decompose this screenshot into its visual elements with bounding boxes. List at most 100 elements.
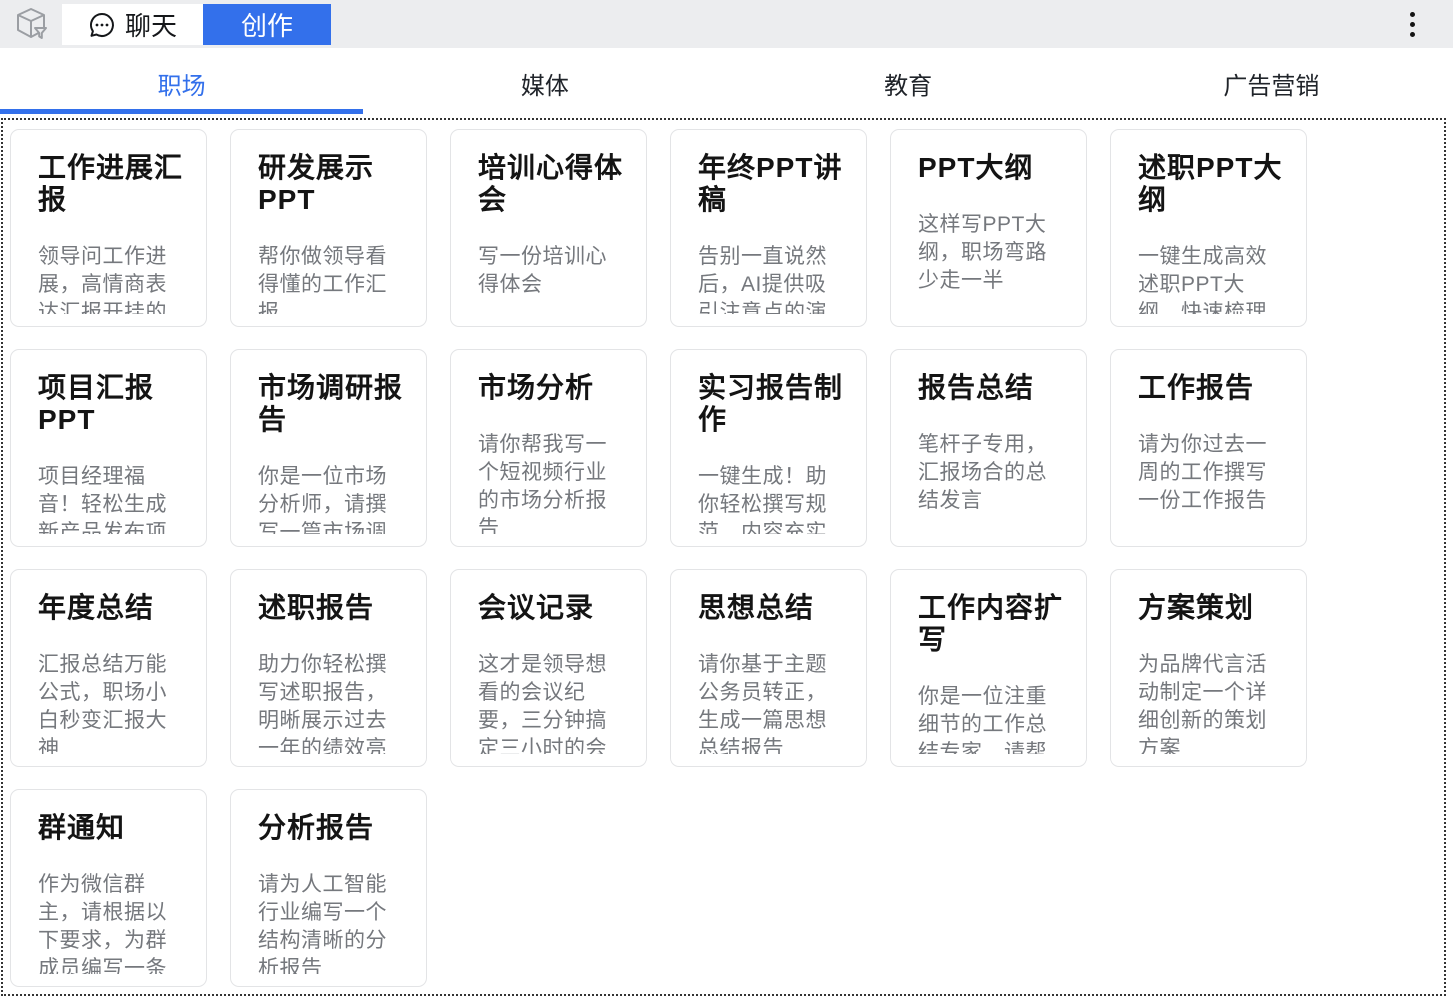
card-clip: 述职PPT大纲 一键生成高效述职PPT大纲，快速梳理重点	[1138, 152, 1284, 314]
template-card[interactable]: 会议记录 这才是领导想看的会议纪要，三分钟搞定三小时的会议	[450, 569, 647, 767]
card-desc: 作为微信群主，请根据以下要求，为群成员编写一条通知	[38, 871, 184, 974]
card-clip: 研发展示PPT 帮你做领导看得懂的工作汇报	[258, 152, 404, 314]
card-desc: 为品牌代言活动制定一个详细创新的策划方案	[1138, 651, 1284, 754]
card-clip: 年度总结 汇报总结万能公式，职场小白秒变汇报大神	[38, 592, 184, 754]
card-desc: 写一份培训心得体会	[478, 243, 624, 299]
card-desc: 告别一直说然后，AI提供吸引注意点的演讲稿	[698, 243, 844, 314]
card-desc: 汇报总结万能公式，职场小白秒变汇报大神	[38, 651, 184, 754]
card-clip: 市场调研报告 你是一位市场分析师，请撰写一篇市场调研报告	[258, 372, 404, 534]
card-clip: 思想总结 请你基于主题公务员转正，生成一篇思想总结报告	[698, 592, 844, 754]
template-card[interactable]: 报告总结 笔杆子专用，汇报场合的总结发言	[890, 349, 1087, 547]
tab-chat-label: 聊天	[125, 6, 177, 43]
category-tab-education[interactable]: 教育	[727, 48, 1090, 118]
template-card[interactable]: 述职PPT大纲 一键生成高效述职PPT大纲，快速梳理重点	[1110, 129, 1307, 327]
card-desc: 项目经理福音！轻松生成新产品发布项目PPT	[38, 463, 184, 534]
card-clip: 报告总结 笔杆子专用，汇报场合的总结发言	[918, 372, 1064, 534]
card-title: 年度总结	[38, 592, 184, 624]
card-clip: 方案策划 为品牌代言活动制定一个详细创新的策划方案	[1138, 592, 1284, 754]
card-title: 方案策划	[1138, 592, 1284, 624]
card-clip: 实习报告制作 一键生成！助你轻松撰写规范、内容充实的实习报告	[698, 372, 844, 534]
card-title: PPT大纲	[918, 152, 1064, 184]
template-card[interactable]: 工作进展汇报 领导问工作进展，高情商表达汇报开挂的你	[10, 129, 207, 327]
card-clip: 工作报告 请为你过去一周的工作撰写一份工作报告	[1138, 372, 1284, 534]
content-area: 工作进展汇报 领导问工作进展，高情商表达汇报开挂的你 研发展示PPT 帮你做领导…	[1, 118, 1446, 996]
category-tab-media[interactable]: 媒体	[363, 48, 726, 118]
template-card[interactable]: PPT大纲 这样写PPT大纲，职场弯路少走一半	[890, 129, 1087, 327]
card-desc: 这样写PPT大纲，职场弯路少走一半	[918, 211, 1064, 295]
card-title: 分析报告	[258, 812, 404, 844]
card-desc: 你是一位市场分析师，请撰写一篇市场调研报告	[258, 463, 404, 534]
card-clip: 述职报告 助力你轻松撰写述职报告，明晰展示过去一年的绩效亮点	[258, 592, 404, 754]
tab-create[interactable]: 创作	[203, 4, 331, 45]
card-grid: 工作进展汇报 领导问工作进展，高情商表达汇报开挂的你 研发展示PPT 帮你做领导…	[10, 129, 1444, 987]
template-card[interactable]: 市场分析 请你帮我写一个短视频行业的市场分析报告	[450, 349, 647, 547]
category-bar: 职场 媒体 教育 广告营销	[0, 48, 1453, 118]
card-clip: 工作进展汇报 领导问工作进展，高情商表达汇报开挂的你	[38, 152, 184, 314]
template-card[interactable]: 述职报告 助力你轻松撰写述职报告，明晰展示过去一年的绩效亮点	[230, 569, 427, 767]
card-desc: 这才是领导想看的会议纪要，三分钟搞定三小时的会议	[478, 651, 624, 754]
card-desc: 帮你做领导看得懂的工作汇报	[258, 243, 404, 314]
template-card[interactable]: 项目汇报PPT 项目经理福音！轻松生成新产品发布项目PPT	[10, 349, 207, 547]
card-title: 工作进展汇报	[38, 152, 184, 216]
category-tab-workplace[interactable]: 职场	[0, 48, 363, 118]
card-title: 述职PPT大纲	[1138, 152, 1284, 216]
card-desc: 助力你轻松撰写述职报告，明晰展示过去一年的绩效亮点	[258, 651, 404, 754]
card-clip: 群通知 作为微信群主，请根据以下要求，为群成员编写一条通知	[38, 812, 184, 974]
chat-bubble-icon	[88, 11, 116, 39]
card-title: 思想总结	[698, 592, 844, 624]
card-title: 会议记录	[478, 592, 624, 624]
template-card[interactable]: 思想总结 请你基于主题公务员转正，生成一篇思想总结报告	[670, 569, 867, 767]
category-label: 职场	[158, 66, 206, 101]
template-card[interactable]: 市场调研报告 你是一位市场分析师，请撰写一篇市场调研报告	[230, 349, 427, 547]
template-card[interactable]: 工作报告 请为你过去一周的工作撰写一份工作报告	[1110, 349, 1307, 547]
card-title: 实习报告制作	[698, 372, 844, 436]
active-tab-indicator	[0, 109, 363, 114]
card-clip: 分析报告 请为人工智能行业编写一个结构清晰的分析报告	[258, 812, 404, 974]
template-card[interactable]: 分析报告 请为人工智能行业编写一个结构清晰的分析报告	[230, 789, 427, 987]
template-card[interactable]: 研发展示PPT 帮你做领导看得懂的工作汇报	[230, 129, 427, 327]
template-card[interactable]: 实习报告制作 一键生成！助你轻松撰写规范、内容充实的实习报告	[670, 349, 867, 547]
card-desc: 一键生成！助你轻松撰写规范、内容充实的实习报告	[698, 463, 844, 534]
card-clip: PPT大纲 这样写PPT大纲，职场弯路少走一半	[918, 152, 1064, 314]
card-title: 报告总结	[918, 372, 1064, 404]
category-tab-ad-marketing[interactable]: 广告营销	[1090, 48, 1453, 118]
card-title: 研发展示PPT	[258, 152, 404, 216]
card-title: 工作报告	[1138, 372, 1284, 404]
template-card[interactable]: 群通知 作为微信群主，请根据以下要求，为群成员编写一条通知	[10, 789, 207, 987]
category-label: 教育	[884, 66, 932, 101]
template-card[interactable]: 培训心得体会 写一份培训心得体会	[450, 129, 647, 327]
template-card[interactable]: 工作内容扩写 你是一位注重细节的工作总结专家，请帮我扩写工作内容	[890, 569, 1087, 767]
tab-chat[interactable]: 聊天	[62, 4, 203, 45]
card-title: 市场调研报告	[258, 372, 404, 436]
card-clip: 会议记录 这才是领导想看的会议纪要，三分钟搞定三小时的会议	[478, 592, 624, 754]
card-title: 市场分析	[478, 372, 624, 404]
card-desc: 一键生成高效述职PPT大纲，快速梳理重点	[1138, 243, 1284, 314]
card-title: 项目汇报PPT	[38, 372, 184, 436]
card-clip: 市场分析 请你帮我写一个短视频行业的市场分析报告	[478, 372, 624, 534]
category-label: 媒体	[521, 66, 569, 101]
template-card[interactable]: 年终PPT讲稿 告别一直说然后，AI提供吸引注意点的演讲稿	[670, 129, 867, 327]
tab-create-label: 创作	[241, 6, 293, 43]
mode-tabs: 聊天 创作	[62, 4, 331, 45]
card-clip: 工作内容扩写 你是一位注重细节的工作总结专家，请帮我扩写工作内容	[918, 592, 1064, 754]
card-desc: 请为人工智能行业编写一个结构清晰的分析报告	[258, 871, 404, 974]
card-desc: 请你帮我写一个短视频行业的市场分析报告	[478, 431, 624, 534]
template-card[interactable]: 年度总结 汇报总结万能公式，职场小白秒变汇报大神	[10, 569, 207, 767]
card-title: 述职报告	[258, 592, 404, 624]
cube-filter-icon[interactable]	[14, 5, 50, 43]
card-desc: 笔杆子专用，汇报场合的总结发言	[918, 431, 1064, 515]
kebab-menu-icon[interactable]	[1405, 9, 1419, 39]
card-title: 培训心得体会	[478, 152, 624, 216]
card-clip: 年终PPT讲稿 告别一直说然后，AI提供吸引注意点的演讲稿	[698, 152, 844, 314]
template-card[interactable]: 方案策划 为品牌代言活动制定一个详细创新的策划方案	[1110, 569, 1307, 767]
card-clip: 培训心得体会 写一份培训心得体会	[478, 152, 624, 314]
category-label: 广告营销	[1223, 66, 1319, 101]
card-desc: 请为你过去一周的工作撰写一份工作报告	[1138, 431, 1284, 515]
card-title: 群通知	[38, 812, 184, 844]
card-title: 工作内容扩写	[918, 592, 1064, 656]
card-title: 年终PPT讲稿	[698, 152, 844, 216]
card-desc: 你是一位注重细节的工作总结专家，请帮我扩写工作内容	[918, 683, 1064, 754]
card-clip: 项目汇报PPT 项目经理福音！轻松生成新产品发布项目PPT	[38, 372, 184, 534]
card-desc: 请你基于主题公务员转正，生成一篇思想总结报告	[698, 651, 844, 754]
card-desc: 领导问工作进展，高情商表达汇报开挂的你	[38, 243, 184, 314]
